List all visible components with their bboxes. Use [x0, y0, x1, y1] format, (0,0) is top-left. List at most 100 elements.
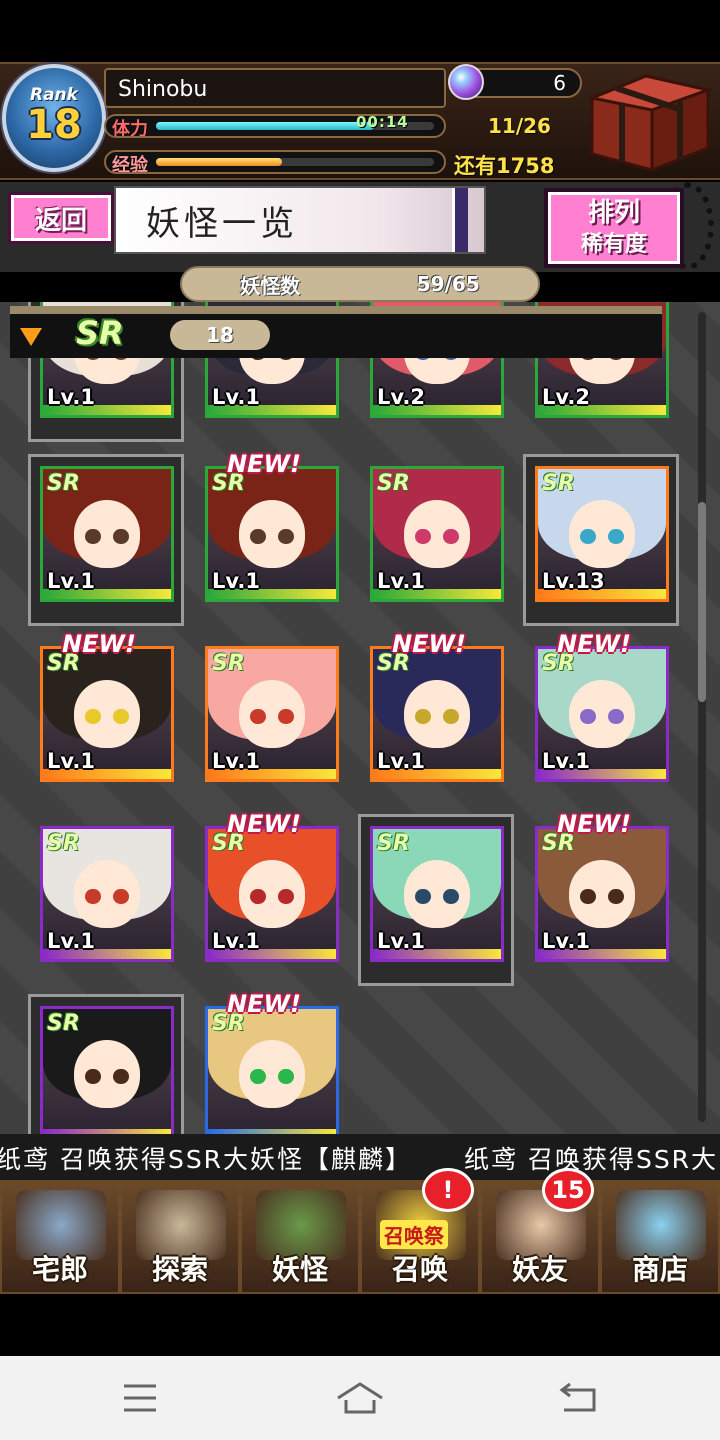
nav-item-0[interactable]: 宅郎 [0, 1180, 120, 1294]
card-level: Lv.1 [377, 749, 425, 773]
back-nav-icon[interactable] [550, 1376, 610, 1420]
yokai-card[interactable]: SR Lv.1 [535, 826, 669, 962]
back-button[interactable]: 返回 [8, 192, 114, 244]
sort-value: 稀有度 [580, 232, 647, 257]
sr-tag: SR [542, 471, 575, 496]
nav-item-4[interactable]: 妖友 15 [480, 1168, 600, 1294]
stamina-bar: 体力 00:14 [104, 114, 446, 138]
ticker-message-1: 纸鸢 召唤获得SSR大妖怪【麒麟】 [0, 1145, 413, 1174]
scroll-thumb[interactable] [698, 502, 706, 702]
notification-badge: ! [422, 1168, 474, 1212]
yokai-card[interactable]: SR Lv.13 [535, 466, 669, 602]
nav-label: 召唤 [391, 1253, 448, 1286]
card-level: Lv.1 [47, 569, 95, 593]
xp-label: 经验 [112, 155, 148, 174]
treasure-chest-icon[interactable] [586, 68, 714, 174]
yokai-card[interactable]: SR Lv.1 [40, 826, 174, 962]
stamina-count: 11/26 [488, 114, 551, 138]
card-level: Lv.1 [212, 385, 260, 409]
summon-festival-label: 召唤祭 [380, 1220, 448, 1249]
app-root: Rank 18 Shinobu 体力 00:14 经验 6 11/26 还有17… [0, 0, 720, 1440]
new-badge: NEW! [227, 450, 301, 478]
card-level: Lv.1 [47, 385, 95, 409]
title-stripe-decoration [452, 188, 468, 252]
card-level: Lv.1 [47, 929, 95, 953]
card-level: Lv.13 [542, 569, 605, 593]
card-level: Lv.1 [212, 749, 260, 773]
gem-count: 6 [553, 71, 566, 95]
announcement-ticker: 纸鸢 召唤获得SSR大妖怪【麒麟】 纸鸢 召唤获得SSR大 [0, 1134, 720, 1180]
stamina-fill [156, 122, 374, 130]
sort-label: 排列 [587, 198, 640, 228]
yokai-card[interactable]: SR Lv.1 [205, 646, 339, 782]
yokai-list[interactable]: SR 18 Lv.1 Lv.1 Lv.2 Lv.2 SR Lv.1 SR Lv.1 NEW! SR… [0, 302, 720, 1134]
new-badge: NEW! [557, 630, 631, 658]
yokai-card[interactable]: SR Lv.1 [40, 466, 174, 602]
card-level: Lv.2 [542, 385, 590, 409]
yokai-card[interactable]: SR Lv.1 [370, 646, 504, 782]
sr-tag: SR [47, 471, 80, 496]
yokai-card[interactable]: SR Lv.1 [535, 646, 669, 782]
rank-value: 18 [26, 102, 82, 148]
gem-icon [448, 64, 484, 100]
system-nav-bar [0, 1356, 720, 1440]
nav-item-3[interactable]: 召唤 召唤祭! [360, 1168, 480, 1294]
stamina-timer: 00:14 [356, 114, 409, 131]
card-level: Lv.1 [212, 569, 260, 593]
page-title-text: 妖怪一览 [146, 203, 298, 244]
bottom-nav: 宅郎 探索 妖怪 召唤 召唤祭! 妖友 15 商店 [0, 1168, 720, 1294]
nav-label: 妖怪 [271, 1253, 328, 1286]
collapse-arrow-icon [20, 328, 42, 346]
yokai-card[interactable]: SR [40, 1006, 174, 1134]
nav-item-1[interactable]: 探索 [120, 1180, 240, 1294]
yokai-card[interactable]: SR Lv.1 [205, 466, 339, 602]
nav-label: 妖友 [511, 1253, 568, 1286]
level-bar [208, 1129, 336, 1134]
nav-label: 商店 [631, 1253, 688, 1286]
sr-tag: SR [377, 831, 410, 856]
nav-label: 宅郎 [31, 1253, 88, 1286]
menu-icon[interactable] [110, 1376, 170, 1420]
new-badge: NEW! [62, 630, 136, 658]
level-bar [43, 1129, 171, 1134]
card-level: Lv.1 [377, 929, 425, 953]
yokai-count-label: 妖怪数 [240, 273, 301, 298]
page-title: 妖怪一览 [114, 186, 486, 254]
xp-remaining: 还有1758 [454, 154, 555, 178]
title-bar: 返回 妖怪一览 排列 稀有度 [0, 182, 720, 272]
nav-item-5[interactable]: 商店 [600, 1180, 720, 1294]
yokai-card[interactable]: SR Lv.1 [40, 646, 174, 782]
rarity-count: 18 [170, 320, 270, 350]
nav-label: 探索 [151, 1253, 208, 1286]
xp-bar: 经验 [104, 150, 446, 174]
player-name: Shinobu [104, 68, 446, 108]
sr-tag: SR [212, 651, 245, 676]
card-level: Lv.1 [542, 749, 590, 773]
yokai-card[interactable]: SR Lv.1 [370, 826, 504, 962]
new-badge: NEW! [392, 630, 466, 658]
yokai-card[interactable]: SR [205, 1006, 339, 1134]
yokai-card[interactable]: SR Lv.1 [370, 466, 504, 602]
yokai-count-value: 59/65 [416, 272, 480, 296]
ticker-message-2: 纸鸢 召唤获得SSR大 [464, 1145, 719, 1174]
card-level: Lv.1 [542, 929, 590, 953]
notification-badge: 15 [542, 1168, 594, 1212]
yokai-count-bar: 妖怪数 59/65 [180, 266, 540, 302]
sr-tag: SR [377, 471, 410, 496]
card-level: Lv.1 [212, 929, 260, 953]
card-level: Lv.1 [47, 749, 95, 773]
sort-button[interactable]: 排列 稀有度 [544, 188, 684, 268]
new-badge: NEW! [227, 990, 301, 1018]
home-icon[interactable] [330, 1376, 390, 1420]
scrollbar[interactable] [698, 312, 706, 1122]
nav-item-2[interactable]: 妖怪 [240, 1180, 360, 1294]
xp-fill [156, 158, 282, 166]
stamina-label: 体力 [112, 119, 148, 138]
yokai-card[interactable]: SR Lv.1 [205, 826, 339, 962]
rarity-section-header[interactable]: SR 18 [10, 306, 662, 358]
rarity-label: SR [76, 314, 124, 352]
card-level: Lv.1 [377, 569, 425, 593]
rank-badge: Rank 18 [2, 64, 106, 172]
sr-tag: SR [47, 1011, 80, 1036]
new-badge: NEW! [557, 810, 631, 838]
